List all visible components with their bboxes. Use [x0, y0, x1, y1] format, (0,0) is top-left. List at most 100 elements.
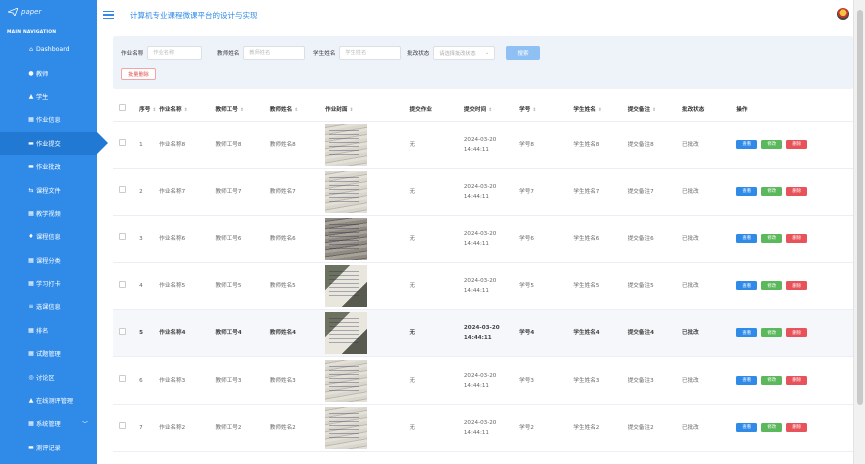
row-checkbox[interactable]: [119, 139, 126, 147]
batch-delete-button[interactable]: 批量删除: [121, 68, 156, 80]
column-header[interactable]: 作业封面 ⇕: [322, 97, 407, 122]
table-body: 1 作业名称8 教师工号8 教师姓名8 无 2024-03-20 14:44:11 学号8 学…: [113, 121, 853, 452]
avatar[interactable]: [837, 8, 849, 20]
sort-icon[interactable]: ⇕: [152, 108, 156, 113]
sort-icon[interactable]: ⇕: [294, 108, 298, 113]
column-header[interactable]: 作业名称 ⇕: [156, 97, 213, 122]
column-header[interactable]: 学号 ⇕: [516, 97, 571, 122]
sort-icon[interactable]: ⇕: [652, 108, 656, 113]
column-header[interactable]: 提交备注 ⇕: [624, 97, 679, 122]
row-select-cell: [113, 168, 137, 216]
view-button[interactable]: 查看: [736, 422, 758, 432]
view-button[interactable]: 查看: [736, 375, 758, 385]
status-select[interactable]: 请选择批改状态 ⌄: [433, 46, 496, 60]
edit-button[interactable]: 修改: [761, 186, 783, 196]
view-button[interactable]: 查看: [736, 281, 758, 291]
view-button[interactable]: 查看: [736, 328, 758, 338]
student-name-input[interactable]: [339, 46, 402, 60]
delete-button[interactable]: 删除: [786, 233, 808, 243]
sidebar-item-1[interactable]: ● 教师: [0, 61, 97, 84]
sort-icon[interactable]: ⇕: [532, 108, 536, 113]
cover-thumbnail[interactable]: [325, 123, 368, 166]
row-checkbox[interactable]: [119, 280, 126, 288]
submitted-file: 无: [406, 262, 461, 311]
submitted-file: 无: [406, 309, 461, 358]
sidebar-item-9[interactable]: ▦ 课程分类: [0, 249, 97, 272]
row-checkbox[interactable]: [119, 233, 126, 241]
edit-button[interactable]: 修改: [761, 139, 783, 149]
actions-cell: 查看 修改 删除: [733, 215, 853, 264]
homework-name-input[interactable]: [147, 46, 203, 60]
cover-thumbnail[interactable]: [325, 170, 368, 213]
status-field: 批改状态 请选择批改状态 ⌄: [407, 46, 496, 60]
sidebar-item-16[interactable]: ▦ 系统管理 ﹀: [0, 412, 97, 435]
row-checkbox[interactable]: [119, 422, 126, 430]
column-header[interactable]: 教师姓名 ⇕: [266, 97, 323, 122]
column-header[interactable]: 教师工号 ⇕: [212, 97, 267, 122]
sidebar-item-label: 试题管理: [36, 351, 61, 359]
sort-icon[interactable]: ⇕: [488, 108, 492, 113]
logo[interactable]: paper: [0, 0, 97, 24]
view-button[interactable]: 查看: [736, 139, 758, 149]
sidebar-item-4[interactable]: ▬ 作业提交: [0, 131, 108, 155]
sidebar-item-7[interactable]: ▦ 教学视频: [0, 202, 97, 225]
sidebar-item-0[interactable]: ⌂ Dashboard: [0, 38, 97, 61]
edit-button[interactable]: 修改: [761, 281, 783, 291]
row-checkbox[interactable]: [119, 186, 126, 194]
column-header-label: 教师工号: [215, 106, 238, 113]
sidebar-item-15[interactable]: ▲ 在线测评管理: [0, 389, 97, 412]
sidebar-item-2[interactable]: ▲ 学生: [0, 85, 97, 108]
delete-button[interactable]: 删除: [786, 375, 808, 385]
select-all-checkbox[interactable]: [119, 104, 126, 112]
sidebar-item-17[interactable]: ▬ 测评记录: [0, 436, 97, 459]
scrollbar-thumb[interactable]: [857, 10, 863, 405]
sidebar-item-10[interactable]: ▦ 学习打卡: [0, 272, 97, 295]
sidebar-item-3[interactable]: ▦ 作业信息: [0, 108, 97, 131]
table-row: 5 作业名称4 教师工号4 教师姓名4 无 2024-03-20 14:44:11 学号4 学…: [113, 309, 853, 358]
sort-icon[interactable]: ⇕: [184, 108, 188, 113]
actions-cell: 查看 修改 删除: [733, 404, 853, 452]
edit-button[interactable]: 修改: [761, 375, 783, 385]
cover-thumbnail[interactable]: [325, 217, 368, 260]
cover-thumbnail[interactable]: [325, 312, 368, 355]
sidebar-item-8[interactable]: ♦ 课程信息: [0, 225, 97, 248]
status-label: 批改状态: [407, 51, 430, 57]
sidebar-item-label: 教师: [36, 70, 49, 78]
delete-button[interactable]: 删除: [786, 186, 808, 196]
edit-button[interactable]: 修改: [761, 328, 783, 338]
delete-button[interactable]: 删除: [786, 422, 808, 432]
sidebar-item-5[interactable]: ▬ 作业批改: [0, 155, 97, 178]
submit-time: 2024-03-20 14:44:11: [460, 121, 517, 169]
menu-toggle-icon[interactable]: [103, 9, 114, 22]
edit-button[interactable]: 修改: [761, 233, 783, 243]
delete-button[interactable]: 删除: [786, 139, 808, 149]
vertical-scrollbar[interactable]: [853, 0, 865, 464]
sort-icon[interactable]: ⇕: [349, 108, 353, 113]
delete-button[interactable]: 删除: [786, 328, 808, 338]
cover-thumbnail[interactable]: [325, 359, 368, 402]
submitted-file: 无: [406, 215, 461, 264]
column-header[interactable]: 学生姓名 ⇕: [570, 97, 625, 122]
row-checkbox[interactable]: [119, 327, 126, 335]
sidebar-item-label: 课程分类: [36, 257, 61, 265]
column-header[interactable]: 序号 ⇕: [136, 97, 157, 122]
sidebar-item-11[interactable]: ≡ 选课信息: [0, 295, 97, 318]
row-checkbox[interactable]: [119, 375, 126, 383]
sidebar-item-13[interactable]: ▦ 试题管理: [0, 342, 97, 365]
edit-button[interactable]: 修改: [761, 422, 783, 432]
view-button[interactable]: 查看: [736, 233, 758, 243]
column-header[interactable]: 提交时间 ⇕: [460, 97, 517, 122]
view-button[interactable]: 查看: [736, 186, 758, 196]
cover-thumbnail[interactable]: [325, 265, 368, 308]
sort-icon[interactable]: ⇕: [598, 108, 602, 113]
search-button[interactable]: 搜索: [506, 46, 540, 60]
grid-icon: ▦: [28, 116, 34, 124]
grid-icon: ▦: [28, 209, 34, 217]
sidebar-item-12[interactable]: ▦ 排名: [0, 319, 97, 342]
delete-button[interactable]: 删除: [786, 281, 808, 291]
cover-thumbnail[interactable]: [325, 406, 368, 449]
teacher-name-input[interactable]: [243, 46, 306, 60]
sidebar-item-14[interactable]: ◎ 讨论区: [0, 365, 97, 388]
sort-icon[interactable]: ⇕: [240, 108, 244, 113]
sidebar-item-6[interactable]: ⇆ 课程文件: [0, 178, 97, 201]
